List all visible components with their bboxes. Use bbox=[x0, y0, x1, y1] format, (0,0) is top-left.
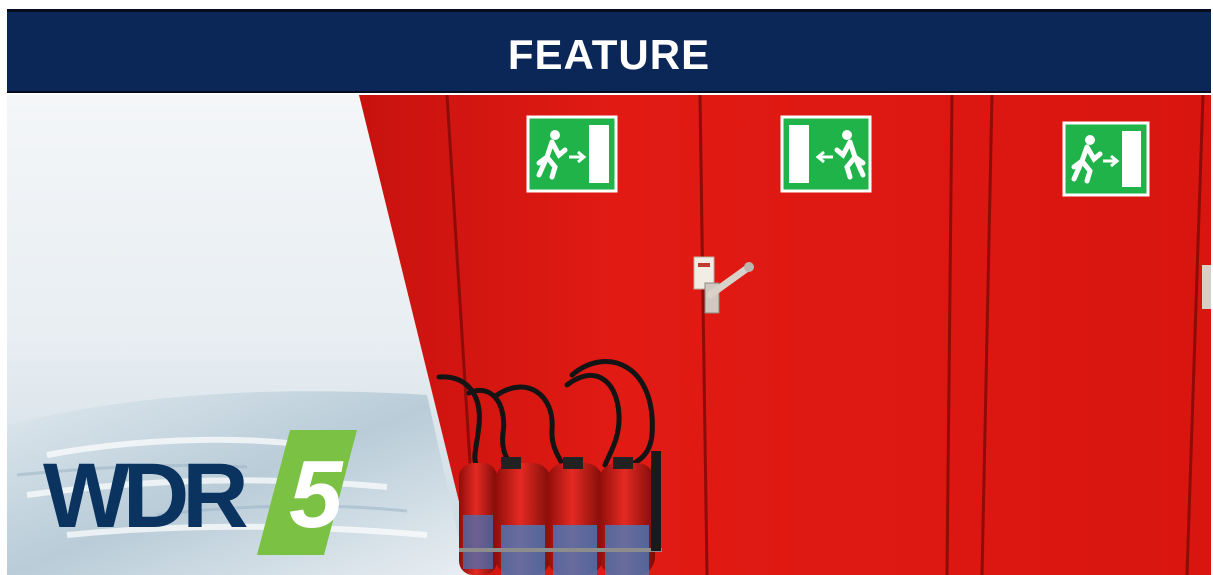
exit-sign-icon bbox=[526, 115, 618, 193]
fire-extinguisher bbox=[459, 463, 497, 575]
banner-title: FEATURE bbox=[507, 30, 711, 78]
feature-card: FEATURE WDR 5 bbox=[0, 0, 1213, 575]
header-banner: FEATURE bbox=[7, 9, 1211, 93]
exit-sign-icon bbox=[1062, 121, 1150, 197]
fire-extinguisher bbox=[599, 457, 655, 575]
wdr5-logo: WDR 5 bbox=[43, 430, 357, 555]
exit-sign-icon bbox=[780, 115, 872, 193]
fire-extinguisher bbox=[495, 457, 551, 575]
logo-number: 5 bbox=[289, 441, 344, 548]
fire-extinguisher bbox=[547, 457, 603, 575]
door-hinge bbox=[1202, 265, 1211, 309]
logo-wdr-text: WDR bbox=[43, 445, 247, 547]
hero-illustration: WDR 5 bbox=[7, 95, 1211, 575]
hero-image: WDR 5 bbox=[7, 95, 1211, 575]
extinguisher-rack bbox=[651, 451, 661, 551]
